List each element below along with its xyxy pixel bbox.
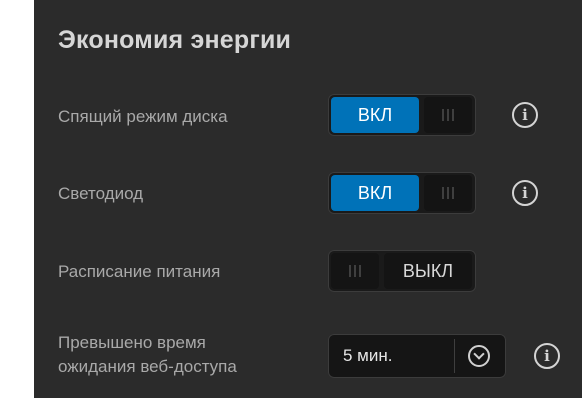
select-divider: [454, 339, 455, 373]
disk-sleep-toggle-state: ВКЛ: [331, 97, 419, 133]
section-title: Экономия энергии: [58, 26, 292, 54]
led-toggle[interactable]: ВКЛ: [328, 172, 476, 214]
chevron-down-circle-icon[interactable]: [468, 345, 490, 367]
grip-lines-icon: [424, 97, 472, 133]
led-toggle-state: ВКЛ: [331, 175, 419, 211]
led-info-icon[interactable]: [512, 180, 538, 206]
web-timeout-info-icon[interactable]: [534, 343, 560, 369]
disk-sleep-toggle[interactable]: ВКЛ: [328, 94, 476, 136]
web-timeout-label-line2: ожидания веб-доступа: [58, 357, 237, 376]
disk-sleep-info-icon[interactable]: [512, 102, 538, 128]
grip-lines-icon: [331, 253, 379, 289]
power-schedule-toggle-state: ВЫКЛ: [384, 253, 472, 289]
led-label: Светодиод: [58, 184, 144, 203]
power-saving-panel: Экономия энергии Спящий режим диска ВКЛ …: [34, 0, 582, 398]
web-timeout-label: Превышено время ожидания веб-доступа: [58, 331, 237, 379]
grip-lines-icon: [424, 175, 472, 211]
power-schedule-label: Расписание питания: [58, 262, 221, 281]
web-timeout-label-line1: Превышено время: [58, 333, 206, 352]
web-timeout-select[interactable]: 5 мин.: [328, 334, 506, 378]
power-schedule-toggle[interactable]: ВЫКЛ: [328, 250, 476, 292]
disk-sleep-label: Спящий режим диска: [58, 107, 228, 126]
web-timeout-selected-value: 5 мин.: [343, 346, 393, 365]
